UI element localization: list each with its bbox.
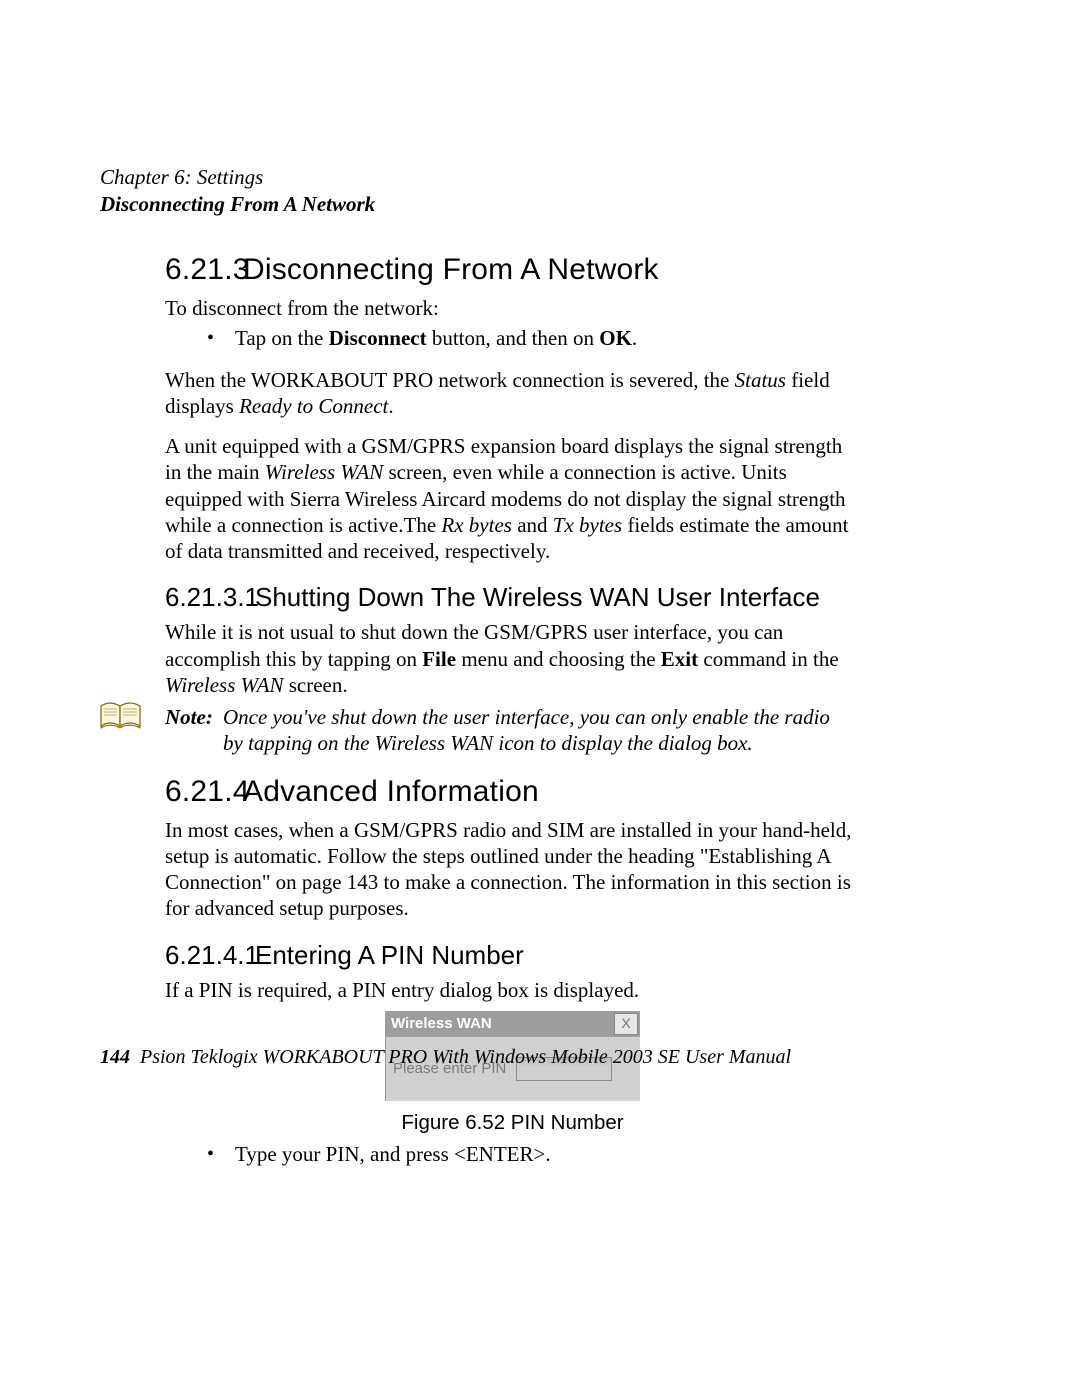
heading-number: 6.21.4.1 bbox=[165, 940, 255, 971]
text-bold: Exit bbox=[661, 647, 698, 671]
text-bold: File bbox=[422, 647, 456, 671]
para-signal: A unit equipped with a GSM/GPRS expansio… bbox=[165, 433, 860, 564]
heading-text: Entering A PIN Number bbox=[255, 940, 524, 970]
book-icon bbox=[99, 700, 143, 735]
page-number: 144 bbox=[100, 1046, 130, 1068]
close-icon: X bbox=[614, 1013, 638, 1035]
running-head-chapter: Chapter 6: Settings bbox=[100, 165, 860, 190]
note-line1: Once you've shut down the user interface… bbox=[223, 705, 830, 729]
bullet-list: Type your PIN, and press <ENTER>. bbox=[165, 1141, 860, 1168]
bullet-list: Tap on the Disconnect button, and then o… bbox=[165, 325, 860, 352]
heading-6-21-3: 6.21.3Disconnecting From A Network bbox=[165, 253, 860, 287]
text-run: When the WORKABOUT PRO network connectio… bbox=[165, 368, 735, 392]
text-italic: Status bbox=[735, 368, 786, 392]
content-column: 6.21.3Disconnecting From A Network To di… bbox=[165, 253, 860, 1168]
text-bold: Disconnect bbox=[329, 326, 427, 350]
heading-number: 6.21.3.1 bbox=[165, 582, 255, 613]
para-intro: To disconnect from the network: bbox=[165, 295, 860, 321]
note-text: Note:Once you've shut down the user inte… bbox=[165, 704, 860, 757]
text-run: Type your PIN, and press <ENTER>. bbox=[235, 1142, 551, 1166]
para-shutdown: While it is not usual to shut down the G… bbox=[165, 619, 860, 698]
figure-caption: Figure 6.52 PIN Number bbox=[165, 1111, 860, 1135]
text-italic: Rx bytes bbox=[441, 513, 512, 537]
text-run: button, and then on bbox=[427, 326, 600, 350]
footer-text: Psion Teklogix WORKABOUT PRO With Window… bbox=[140, 1046, 791, 1068]
heading-text: Shutting Down The Wireless WAN User Inte… bbox=[255, 582, 820, 612]
note-block: Note:Once you've shut down the user inte… bbox=[165, 704, 860, 757]
heading-6-21-3-1: 6.21.3.1Shutting Down The Wireless WAN U… bbox=[165, 582, 860, 613]
running-head-subtitle: Disconnecting From A Network bbox=[100, 192, 860, 217]
text-run: command in the bbox=[698, 647, 839, 671]
text-bold: OK bbox=[599, 326, 632, 350]
dialog-title: Wireless WAN bbox=[391, 1015, 614, 1032]
text-italic: Wireless WAN bbox=[165, 673, 284, 697]
list-item: Type your PIN, and press <ENTER>. bbox=[165, 1141, 860, 1168]
heading-6-21-4: 6.21.4Advanced Information bbox=[165, 775, 860, 809]
para-pin-intro: If a PIN is required, a PIN entry dialog… bbox=[165, 977, 860, 1003]
text-run: screen. bbox=[284, 673, 348, 697]
list-item: Tap on the Disconnect button, and then o… bbox=[165, 325, 860, 352]
heading-number: 6.21.3 bbox=[165, 253, 243, 287]
text-run: and bbox=[512, 513, 553, 537]
text-italic: Ready to Connect bbox=[239, 394, 388, 418]
para-status: When the WORKABOUT PRO network connectio… bbox=[165, 367, 860, 420]
text-run: . bbox=[632, 326, 637, 350]
page-body: Chapter 6: Settings Disconnecting From A… bbox=[100, 165, 860, 1182]
text-run: menu and choosing the bbox=[456, 647, 661, 671]
para-advanced: In most cases, when a GSM/GPRS radio and… bbox=[165, 817, 860, 922]
text-run: . bbox=[388, 394, 393, 418]
note-line2: by tapping on the Wireless WAN icon to d… bbox=[165, 730, 860, 756]
text-italic: Wireless WAN bbox=[265, 460, 384, 484]
text-run: Tap on the bbox=[235, 326, 329, 350]
heading-text: Advanced Information bbox=[243, 775, 539, 808]
note-label: Note: bbox=[165, 704, 223, 730]
text-italic: Tx bytes bbox=[553, 513, 622, 537]
dialog-titlebar: Wireless WAN X bbox=[385, 1011, 640, 1037]
heading-number: 6.21.4 bbox=[165, 775, 243, 809]
heading-text: Disconnecting From A Network bbox=[243, 253, 659, 286]
heading-6-21-4-1: 6.21.4.1Entering A PIN Number bbox=[165, 940, 860, 971]
page-footer: 144 Psion Teklogix WORKABOUT PRO With Wi… bbox=[100, 1046, 860, 1069]
